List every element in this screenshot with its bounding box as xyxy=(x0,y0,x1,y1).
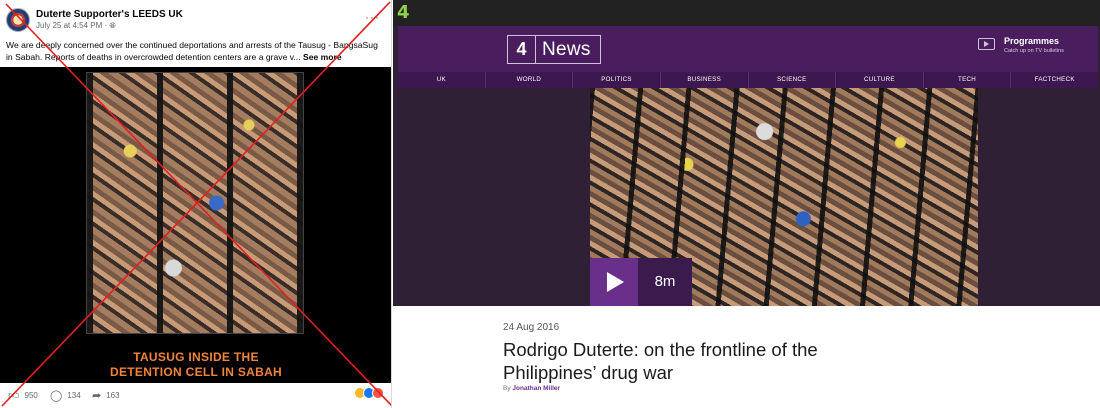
video-duration[interactable]: 8m xyxy=(638,258,692,306)
article-headline: Rodrigo Duterte: on the frontline of the… xyxy=(503,339,818,383)
nav-science[interactable]: SCIENCE xyxy=(749,72,837,88)
thumbs-up-icon: 👍︎ xyxy=(8,390,20,402)
nav-tech[interactable]: TECH xyxy=(924,72,1012,88)
article-byline: By Jonathan Miller xyxy=(503,385,560,392)
section-nav: UK WORLD POLITICS BUSINESS SCIENCE CULTU… xyxy=(398,72,1098,88)
post-image[interactable]: TAUSUG INSIDE THE DETENTION CELL IN SABA… xyxy=(0,67,391,383)
shares-count[interactable]: ➦ 163 xyxy=(92,389,120,402)
nav-world[interactable]: WORLD xyxy=(486,72,574,88)
image-caption-line-2: DETENTION CELL IN SABAH xyxy=(109,365,283,379)
nav-uk[interactable]: UK xyxy=(398,72,486,88)
programmes-title: Programmes xyxy=(1004,36,1060,46)
comments-count[interactable]: ◯ 134 xyxy=(50,389,81,402)
engagement-bar: 👍︎ 950 ◯ 134 ➦ 163 xyxy=(0,383,391,408)
site-top-bar: 4 xyxy=(393,0,1100,26)
comments-value: 134 xyxy=(67,391,81,400)
channel4-news-page: 4 4 News Programmes Catch up on TV bulle… xyxy=(393,0,1100,408)
nav-politics[interactable]: POLITICS xyxy=(573,72,661,88)
programmes-link[interactable]: Programmes Catch up on TV bulletins xyxy=(978,36,1088,66)
nav-culture[interactable]: CULTURE xyxy=(836,72,924,88)
reactions[interactable] xyxy=(354,387,384,399)
post-caption: We are deeply concerned over the continu… xyxy=(6,39,384,63)
article-date: 24 Aug 2016 xyxy=(503,322,560,333)
post-timestamp[interactable]: July 25 at 4:54 PM · xyxy=(36,21,109,30)
globe-icon: 🌐︎ xyxy=(109,21,116,30)
care-reaction-icon xyxy=(372,387,384,399)
play-icon[interactable] xyxy=(590,258,638,306)
news-brand-logo[interactable]: 4 News xyxy=(507,35,601,64)
see-more-link[interactable]: See more xyxy=(303,52,342,62)
likes-count[interactable]: 👍︎ 950 xyxy=(8,389,38,402)
post-meta: July 25 at 4:54 PM · 🌐︎ xyxy=(36,21,116,31)
programmes-subtitle: Catch up on TV bulletins xyxy=(1004,48,1064,54)
byline-label: By xyxy=(503,385,511,392)
shares-value: 163 xyxy=(106,391,120,400)
channel4-logo[interactable]: 4 xyxy=(397,3,410,23)
brand-word: News xyxy=(542,38,591,60)
comment-icon: ◯ xyxy=(50,390,63,402)
page-avatar[interactable] xyxy=(6,8,30,32)
facebook-post: Duterte Supporter's LEEDS UK July 25 at … xyxy=(0,0,392,408)
post-header: Duterte Supporter's LEEDS UK July 25 at … xyxy=(6,8,386,34)
detention-cell-photo xyxy=(86,72,304,334)
author-link[interactable]: Jonathan Miller xyxy=(512,385,560,392)
brand-number: 4 xyxy=(508,36,536,63)
likes-value: 950 xyxy=(24,391,38,400)
share-icon: ➦ xyxy=(92,390,102,402)
more-options-icon[interactable]: ··· xyxy=(365,10,380,24)
hero-area: 4 News Programmes Catch up on TV bulleti… xyxy=(393,26,1100,306)
image-caption-line-1: TAUSUG INSIDE THE xyxy=(133,350,259,364)
tv-play-icon xyxy=(978,38,995,50)
image-caption: TAUSUG INSIDE THE DETENTION CELL IN SABA… xyxy=(0,350,391,380)
page-name[interactable]: Duterte Supporter's LEEDS UK xyxy=(36,9,183,20)
nav-business[interactable]: BUSINESS xyxy=(661,72,749,88)
nav-factcheck[interactable]: FACTCHECK xyxy=(1011,72,1098,88)
